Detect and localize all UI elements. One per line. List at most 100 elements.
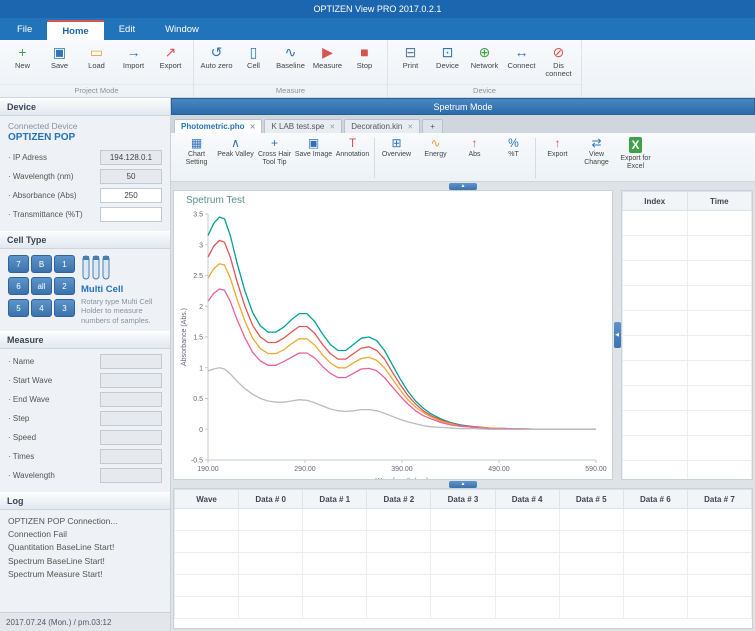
index-table-row[interactable]	[623, 236, 752, 261]
cell-button-2[interactable]: 2	[54, 277, 75, 295]
data-table-collapse-button[interactable]: ▲	[449, 481, 477, 488]
measure-input-end-wave[interactable]	[100, 392, 162, 407]
cell-button[interactable]: ▯Cell	[235, 42, 272, 84]
doc-tab-decoration-kin[interactable]: Decoration.kin✕	[344, 119, 420, 133]
energy-button[interactable]: ∿Energy	[416, 135, 455, 159]
data-table-col-data-3[interactable]: Data # 3	[431, 490, 495, 509]
load-icon: ▭	[90, 43, 103, 62]
cell-button-7[interactable]: 7	[8, 255, 29, 273]
annotation-button[interactable]: TAnnotation	[333, 135, 372, 159]
measure-input-speed[interactable]	[100, 430, 162, 445]
connect-button[interactable]: ↔Connect	[503, 42, 540, 84]
t-button[interactable]: %%T	[494, 135, 533, 159]
data-table-row[interactable]	[175, 597, 752, 619]
cell-button-3[interactable]: 3	[54, 299, 75, 317]
cell-button-6[interactable]: 6	[8, 277, 29, 295]
data-table-col-data-6[interactable]: Data # 6	[623, 490, 687, 509]
menu-tab-window[interactable]: Window	[150, 18, 214, 40]
measure-section-header: Measure	[0, 331, 170, 349]
abs-button[interactable]: ↑Abs	[455, 135, 494, 159]
index-table-row[interactable]	[623, 261, 752, 286]
data-table-col-wave[interactable]: Wave	[175, 490, 239, 509]
baseline-button[interactable]: ∿Baseline	[272, 42, 309, 84]
export-button[interactable]: ↑Export	[538, 135, 577, 159]
auto-zero-button[interactable]: ↺Auto zero	[198, 42, 235, 84]
index-table-col-time[interactable]: Time	[687, 192, 752, 211]
index-table-col-index[interactable]: Index	[623, 192, 688, 211]
data-table-col-data-7[interactable]: Data # 7	[687, 490, 751, 509]
cell-button-b[interactable]: B	[31, 255, 52, 273]
data-table-cell	[367, 597, 431, 619]
measure-field-end-wave: · End Wave	[8, 392, 162, 407]
save-image-button[interactable]: ▣Save Image	[294, 135, 333, 159]
network-button[interactable]: ⊕Network	[466, 42, 503, 84]
main-area: Device Connected Device OPTIZEN POP · IP…	[0, 98, 755, 631]
auto-zero-icon: ↺	[211, 43, 223, 62]
index-table-row[interactable]	[623, 411, 752, 436]
toolbar-collapse-button[interactable]: ▲	[449, 183, 477, 190]
measure-button[interactable]: ▶Measure	[309, 42, 346, 84]
index-table-row[interactable]	[623, 361, 752, 386]
data-table-col-data-5[interactable]: Data # 5	[559, 490, 623, 509]
device-input-wavelength-nm[interactable]: 50	[100, 169, 162, 184]
peak-valley-button[interactable]: ∧Peak Valley	[216, 135, 255, 159]
measure-input-name[interactable]	[100, 354, 162, 369]
close-icon[interactable]: ✕	[407, 123, 413, 131]
data-table-col-data-0[interactable]: Data # 0	[239, 490, 303, 509]
data-table-row[interactable]	[175, 553, 752, 575]
index-table-row[interactable]	[623, 211, 752, 236]
data-table-row[interactable]	[175, 509, 752, 531]
menu-tab-file[interactable]: File	[2, 18, 47, 40]
dis-connect-button[interactable]: ⊘Dis connect	[540, 42, 577, 84]
export-button[interactable]: ↗Export	[152, 42, 189, 84]
stop-button[interactable]: ■Stop	[346, 42, 383, 84]
device-input-ip-adress[interactable]: 194.128.0.1	[100, 150, 162, 165]
spectrum-chart[interactable]: -0.500.511.522.533.5190.00290.00390.0049…	[178, 206, 608, 479]
new-button[interactable]: +New	[4, 42, 41, 84]
data-table-row[interactable]	[175, 531, 752, 553]
menu-tab-home[interactable]: Home	[47, 20, 103, 40]
cross-hair-tool-tip-button[interactable]: +Cross Hair Tool Tip	[255, 135, 294, 166]
device-input-transmittance-t[interactable]	[100, 207, 162, 222]
dis-connect-label: Dis connect	[540, 62, 577, 79]
index-table-cell	[623, 211, 688, 236]
print-button[interactable]: ⊟Print	[392, 42, 429, 84]
measure-input-step[interactable]	[100, 411, 162, 426]
doc-tab-k-lab-test-spe[interactable]: K LAB test.spe✕	[264, 119, 342, 133]
data-table-col-data-2[interactable]: Data # 2	[367, 490, 431, 509]
cell-button-5[interactable]: 5	[8, 299, 29, 317]
device-button[interactable]: ⊡Device	[429, 42, 466, 84]
measure-input-times[interactable]	[100, 449, 162, 464]
measure-input-wavelength[interactable]	[100, 468, 162, 483]
export-for-excel-button[interactable]: XExport for Excel	[616, 135, 655, 170]
doc-tab-photometric-pho[interactable]: Photometric.pho✕	[174, 119, 262, 133]
cell-button-all[interactable]: all	[31, 277, 52, 295]
import-button[interactable]: →Import	[115, 42, 152, 84]
index-table-row[interactable]	[623, 336, 752, 361]
index-panel: IndexTime	[621, 190, 753, 480]
index-panel-collapse-button[interactable]: ◀	[614, 322, 621, 348]
cell-button-4[interactable]: 4	[31, 299, 52, 317]
index-table-row[interactable]	[623, 461, 752, 481]
close-icon[interactable]: ✕	[250, 123, 256, 131]
load-button[interactable]: ▭Load	[78, 42, 115, 84]
data-table-col-data-1[interactable]: Data # 1	[303, 490, 367, 509]
measure-input-start-wave[interactable]	[100, 373, 162, 388]
index-table-row[interactable]	[623, 436, 752, 461]
cell-button-1[interactable]: 1	[54, 255, 75, 273]
index-table-row[interactable]	[623, 311, 752, 336]
data-table-row[interactable]	[175, 575, 752, 597]
overview-button[interactable]: ⊞Overview	[377, 135, 416, 159]
view-change-button[interactable]: ⇄View Change	[577, 135, 616, 166]
log-line: Connection Fail	[8, 528, 162, 541]
index-table-row[interactable]	[623, 286, 752, 311]
chart-setting-button[interactable]: ▦Chart Setting	[177, 135, 216, 166]
new-tab-button[interactable]: +	[422, 119, 443, 133]
index-table-row[interactable]	[623, 386, 752, 411]
save-button[interactable]: ▣Save	[41, 42, 78, 84]
close-icon[interactable]: ✕	[329, 123, 335, 131]
menu-tab-edit[interactable]: Edit	[104, 18, 150, 40]
data-table-col-data-4[interactable]: Data # 4	[495, 490, 559, 509]
device-input-absorbance-abs[interactable]: 250	[100, 188, 162, 203]
svg-text:290.00: 290.00	[294, 466, 316, 473]
